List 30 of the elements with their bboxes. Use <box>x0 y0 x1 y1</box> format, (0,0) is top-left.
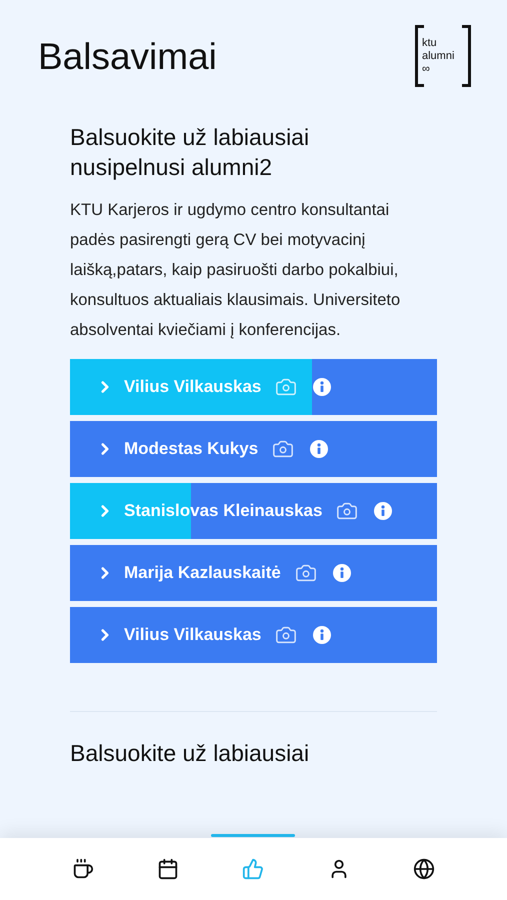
candidate-option[interactable]: Stanislovas Kleinauskas <box>70 483 437 539</box>
camera-icon[interactable] <box>275 624 298 646</box>
info-icon[interactable] <box>332 564 351 582</box>
candidate-option[interactable]: Vilius Vilkauskas <box>70 359 437 415</box>
info-icon[interactable] <box>313 378 332 396</box>
info-icon[interactable] <box>310 440 328 458</box>
poll-title: Balsuokite už labiausiai nusipelnusi alumni2 <box>70 123 310 182</box>
candidate-name: Modestas Kukys <box>124 438 258 460</box>
globe-icon <box>413 858 436 880</box>
candidate-option[interactable]: Vilius Vilkauskas <box>70 607 437 663</box>
info-icon[interactable] <box>374 502 392 520</box>
candidate-name: Stanislovas Kleinauskas <box>124 500 322 522</box>
candidate-name: Marija Kazlauskaitė <box>124 562 281 584</box>
logo-text: ∞ <box>422 62 431 76</box>
candidate-option[interactable]: Marija Kazlauskaitė <box>70 545 437 601</box>
camera-icon[interactable] <box>294 562 317 584</box>
coffee-icon <box>72 858 94 880</box>
info-icon[interactable] <box>313 626 332 644</box>
candidate-option[interactable]: Modestas Kukys <box>70 421 437 477</box>
logo-text: ktu <box>422 36 438 50</box>
page-title: Balsavimai <box>38 38 217 74</box>
poll-description: KTU Karjeros ir ugdymo centro konsultantai padės pasirengti gerą CV bei motyvacinį laišką,patars, kaip pasiruošti darbo pokalbiui, konsultuos aktualiais klausimais. Universiteto absolventai kviečiami į konferencijas. <box>70 200 402 341</box>
poll-title: Balsuokite už labiausiai <box>70 739 310 768</box>
camera-icon[interactable] <box>272 438 294 460</box>
camera-icon[interactable] <box>336 500 358 522</box>
logo-text: alumni <box>422 50 456 62</box>
candidate-name: Vilius Vilkauskas <box>124 376 262 398</box>
thumbs-up-icon <box>242 858 264 880</box>
candidate-name: Vilius Vilkauskas <box>124 624 262 646</box>
calendar-icon <box>157 858 180 880</box>
